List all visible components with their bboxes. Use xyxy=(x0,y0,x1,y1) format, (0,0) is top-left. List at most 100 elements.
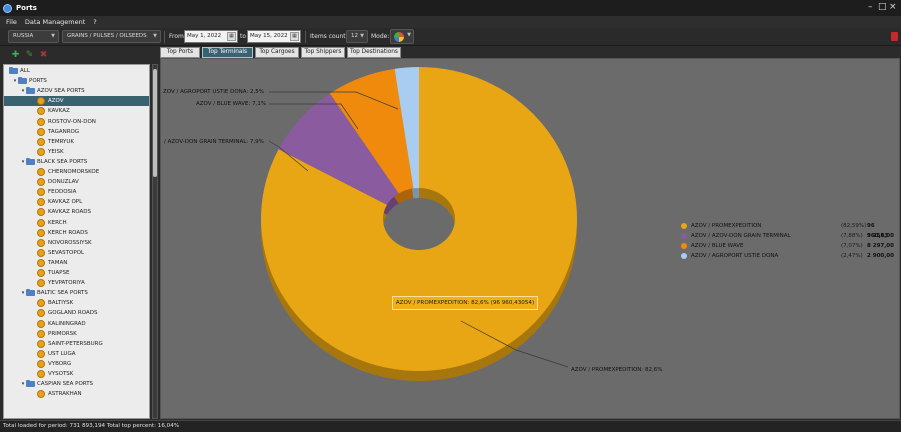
tree-port[interactable]: KALININGRAD xyxy=(4,319,149,329)
tree-port[interactable]: TUAPSE xyxy=(4,268,149,278)
tab-top-destinations[interactable]: Top Destinations xyxy=(347,47,401,58)
tree-port[interactable]: ASTRAKHAN xyxy=(4,389,149,399)
legend-name: AZOV / PROMEXPEDITION xyxy=(691,223,762,229)
menu-bar: File Data Management ? xyxy=(0,16,901,28)
tree-port[interactable]: SEVASTOPOL xyxy=(4,248,149,258)
edit-icon[interactable]: ✎ xyxy=(25,50,34,60)
tree-item-label: PORTS xyxy=(29,78,47,85)
port-icon xyxy=(37,359,45,368)
tree-port[interactable]: KAVKAZ ROADS xyxy=(4,207,149,217)
port-icon xyxy=(37,178,45,187)
tree-item-label: KERCH ROADS xyxy=(48,229,88,236)
port-icon xyxy=(37,188,45,197)
tree-item-label: SEVASTOPOL xyxy=(48,249,85,256)
tree-port[interactable]: CHERNOMORSKOE xyxy=(4,167,149,177)
menu-data-management[interactable]: Data Management xyxy=(25,18,85,26)
items-count-select[interactable]: 12 ▼ xyxy=(346,30,368,43)
calendar-icon[interactable]: ▦ xyxy=(227,32,236,41)
tree-port[interactable]: GOGLAND ROADS xyxy=(4,308,149,318)
tree-item-label: YEISK xyxy=(48,148,64,155)
tab-top-cargoes[interactable]: Top Cargoes xyxy=(255,47,299,58)
country-value: RUSSIA xyxy=(13,33,34,39)
country-select[interactable]: RUSSIA ▼ xyxy=(8,30,59,43)
tree-port[interactable]: KERCH ROADS xyxy=(4,228,149,238)
tree-item-label: VYBORG xyxy=(48,360,72,367)
tree-port[interactable]: YEVPATORIYA xyxy=(4,278,149,288)
maximize-icon[interactable]: □ xyxy=(878,3,887,12)
tree-port[interactable]: TAMAN xyxy=(4,258,149,268)
tree-item-label: AZOV xyxy=(48,98,64,105)
to-label: to xyxy=(240,33,247,40)
folder-icon xyxy=(26,157,35,165)
legend-item[interactable]: AZOV / AZOV-DON GRAIN TERMINAL (7,88%) 9 2… xyxy=(681,231,897,241)
port-icon xyxy=(37,168,45,176)
tree-item-label: NOVOROSSIYSK xyxy=(48,239,92,246)
calendar-icon[interactable]: ▦ xyxy=(290,32,299,41)
chart-tooltip: AZOV / PROMEXPEDITION: 82,6% (96 960,430… xyxy=(392,296,538,310)
tree-port[interactable]: VYSOTSK xyxy=(4,369,149,379)
tree-port[interactable]: TEMRYUK xyxy=(4,137,149,147)
tree-port[interactable]: FEODOSIA xyxy=(4,187,149,197)
legend-item[interactable]: AZOV / BLUE WAVE (7,07%) 8 297,00 xyxy=(681,241,897,251)
port-icon xyxy=(37,279,45,288)
tree-port[interactable]: KERCH xyxy=(4,218,149,228)
tree-port[interactable]: KAVKAZ xyxy=(4,106,149,116)
ports-tree[interactable]: ALL ▾ PORTS ▾ AZOV SEA PORTS AZOV KAVKAZ ROSTOV… xyxy=(3,64,150,419)
tree-folder[interactable]: ▾ PORTS xyxy=(4,76,149,86)
status-bar: Total loaded for period: 731 893,194 Tot… xyxy=(0,420,901,432)
tab-top-terminals[interactable]: Top Terminals xyxy=(202,47,253,58)
clear-filter-icon[interactable] xyxy=(891,32,898,41)
tab-top-shippers[interactable]: Top Shippers xyxy=(301,47,345,58)
tree-scrollbar[interactable] xyxy=(152,64,158,419)
mode-select[interactable]: ▼ xyxy=(390,29,414,44)
legend-item[interactable]: AZOV / AGROPORT USTIE DONA (2,47%) 2 900,0… xyxy=(681,251,897,261)
port-icon xyxy=(37,390,45,399)
tree-item-label: KAVKAZ xyxy=(48,108,70,115)
minimize-icon[interactable]: – xyxy=(868,3,873,12)
tree-port[interactable]: UST LUGA xyxy=(4,349,149,359)
menu-help[interactable]: ? xyxy=(93,18,96,26)
slice-callout-label: AZOV / BLUE WAVE: 7,1% xyxy=(196,101,266,107)
tree-port[interactable]: AZOV xyxy=(4,96,149,107)
folder-icon xyxy=(26,380,35,388)
legend-item[interactable]: AZOV / PROMEXPEDITION (82,59%) 96 960,43 xyxy=(681,221,897,239)
tree-folder[interactable]: ▾ AZOV SEA PORTS xyxy=(4,86,149,96)
folder-icon xyxy=(18,77,27,85)
commodity-select[interactable]: GRAINS / PULSES / OILSEEDS ▼ xyxy=(62,30,161,43)
tree-port[interactable]: DONUZLAV xyxy=(4,177,149,187)
tree-port[interactable]: BALTIYSK xyxy=(4,298,149,308)
tree-folder[interactable]: ▾ CASPIAN SEA PORTS xyxy=(4,379,149,389)
app-icon xyxy=(3,3,12,13)
legend-value: 2 900,00 xyxy=(867,253,894,259)
toolbar: RUSSIA ▼ GRAINS / PULSES / OILSEEDS ▼ Fr… xyxy=(0,28,901,46)
to-date-input[interactable]: May 15, 2022 ▦ xyxy=(247,30,301,43)
tree-toolbar: ✚ ✎ ✖ xyxy=(3,47,158,63)
tree-port[interactable]: ROSTOV-ON-DON xyxy=(4,117,149,127)
chevron-down-icon: ▼ xyxy=(51,33,55,39)
from-date-input[interactable]: May 1, 2022 ▦ xyxy=(184,30,238,43)
legend-percent: (7,07%) xyxy=(841,243,863,249)
port-icon xyxy=(37,228,45,237)
tree-folder[interactable]: ALL xyxy=(4,66,149,76)
port-icon xyxy=(37,339,45,348)
tree-port[interactable]: KAVKAZ OPL xyxy=(4,197,149,207)
close-icon[interactable]: × xyxy=(889,3,897,12)
legend-percent: (2,47%) xyxy=(841,253,863,259)
tree-folder[interactable]: ▾ BALTIC SEA PORTS xyxy=(4,288,149,298)
tree-item-label: BALTIC SEA PORTS xyxy=(37,290,88,297)
scrollbar-thumb[interactable] xyxy=(153,69,157,177)
items-count-label: Items count: xyxy=(310,33,348,40)
delete-icon[interactable]: ✖ xyxy=(39,50,48,60)
tab-top-ports[interactable]: Top Ports xyxy=(160,47,200,58)
tree-port[interactable]: SAINT-PETERSBURG xyxy=(4,339,149,349)
legend-percent: (7,88%) xyxy=(841,233,863,239)
tree-port[interactable]: VYBORG xyxy=(4,359,149,369)
tree-port[interactable]: PRIMORSK xyxy=(4,329,149,339)
add-icon[interactable]: ✚ xyxy=(11,50,20,60)
tree-item-label: SAINT-PETERSBURG xyxy=(48,340,103,347)
tree-port[interactable]: TAGANROG xyxy=(4,127,149,137)
tree-port[interactable]: YEISK xyxy=(4,147,149,157)
menu-file[interactable]: File xyxy=(6,18,17,26)
tree-folder[interactable]: ▾ BLACK SEA PORTS xyxy=(4,157,149,167)
tree-port[interactable]: NOVOROSSIYSK xyxy=(4,238,149,248)
